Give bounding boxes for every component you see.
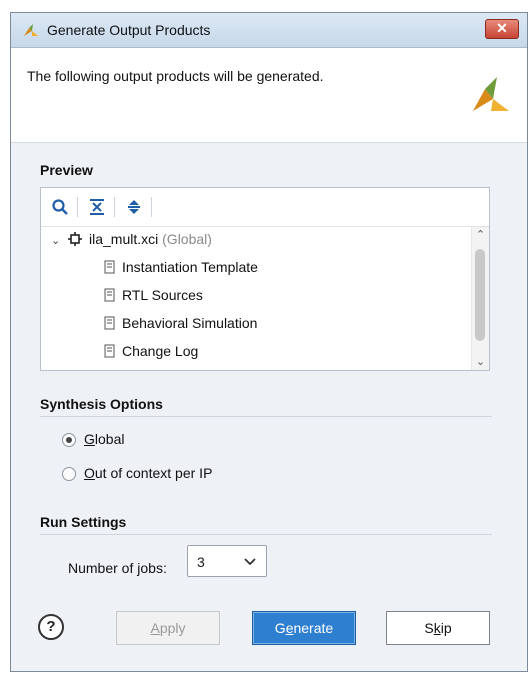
tree-item[interactable]: Instantiation Template — [103, 259, 258, 281]
tree-item-label: Change Log — [122, 343, 199, 359]
search-icon[interactable] — [51, 198, 69, 216]
preview-toolbar — [41, 188, 489, 227]
scroll-down-icon[interactable]: ⌄ — [472, 354, 489, 370]
tree-root-label: ila_mult.xci — [89, 231, 159, 247]
skip-mnemonic: k — [433, 620, 441, 636]
tree-item[interactable]: Change Log — [103, 343, 198, 365]
radio-mnemonic: O — [84, 465, 95, 481]
run-settings-title: Run Settings — [40, 514, 127, 530]
number-of-jobs-select[interactable]: 3 — [187, 545, 267, 577]
skip-prefix: S — [424, 620, 434, 636]
generate-button[interactable]: Generate — [252, 611, 356, 645]
tree-root-scope: (Global) — [162, 231, 212, 247]
section-divider — [40, 534, 492, 535]
apply-mnemonic: A — [150, 620, 160, 636]
output-products-tree: ⌄ ila_mult.xci (Global) Instantiation Te… — [41, 227, 471, 370]
tree-item[interactable]: RTL Sources — [103, 287, 203, 309]
skip-label: ip — [440, 620, 452, 636]
preview-title: Preview — [40, 162, 93, 178]
vivado-logo-icon — [473, 77, 509, 111]
out-of-context-radio-option[interactable]: Out of context per IP — [62, 465, 212, 481]
tree-item-label: RTL Sources — [122, 287, 203, 303]
ip-core-icon — [68, 232, 83, 246]
scroll-up-icon[interactable]: ⌃ — [472, 227, 489, 243]
tree-item-label: Instantiation Template — [122, 259, 258, 275]
scroll-thumb[interactable] — [475, 249, 485, 341]
preview-panel: ⌄ ila_mult.xci (Global) Instantiation Te… — [40, 187, 490, 371]
document-icon — [104, 260, 115, 274]
jobs-label: Number of jobs: — [68, 560, 167, 576]
toolbar-separator — [151, 197, 152, 217]
title-bar[interactable]: Generate Output Products ✕ — [11, 13, 527, 48]
header-banner: The following output products will be ge… — [11, 48, 527, 143]
jobs-label-prefix: Number of — [68, 560, 138, 576]
collapse-all-icon[interactable] — [88, 198, 106, 216]
document-icon — [104, 288, 115, 302]
toolbar-separator — [114, 197, 115, 217]
apply-label: pply — [159, 620, 186, 636]
synthesis-options-title: Synthesis Options — [40, 396, 163, 412]
header-message: The following output products will be ge… — [27, 68, 324, 84]
close-button[interactable]: ✕ — [485, 19, 519, 39]
expand-all-icon[interactable] — [125, 198, 143, 216]
radio-button-selected[interactable] — [62, 433, 76, 447]
jobs-label-suffix: obs: — [140, 560, 167, 576]
tree-item-label: Behavioral Simulation — [122, 315, 258, 331]
chevron-down-icon[interactable]: ⌄ — [51, 235, 60, 247]
chevron-down-icon[interactable] — [244, 557, 256, 567]
jobs-value: 3 — [197, 554, 205, 570]
document-icon — [104, 344, 115, 358]
radio-label: ut of context per IP — [94, 465, 213, 481]
document-icon — [104, 316, 115, 330]
radio-button[interactable] — [62, 467, 76, 481]
generate-prefix: G — [274, 620, 286, 636]
tree-item[interactable]: Behavioral Simulation — [103, 315, 257, 337]
skip-button[interactable]: Skip — [386, 611, 490, 645]
radio-mnemonic: G — [84, 431, 95, 447]
global-radio-option[interactable]: Global — [62, 431, 124, 447]
toolbar-separator — [77, 197, 78, 217]
tree-scrollbar[interactable]: ⌃ ⌄ — [471, 227, 489, 370]
window-title: Generate Output Products — [47, 22, 211, 38]
vivado-logo-icon — [24, 24, 38, 36]
apply-button[interactable]: Apply — [116, 611, 220, 645]
section-divider — [40, 416, 492, 417]
help-button[interactable]: ? — [38, 614, 64, 640]
generate-label: nerate — [293, 620, 334, 636]
tree-root-row[interactable]: ⌄ ila_mult.xci (Global) — [51, 231, 212, 253]
radio-label: lobal — [94, 431, 125, 447]
